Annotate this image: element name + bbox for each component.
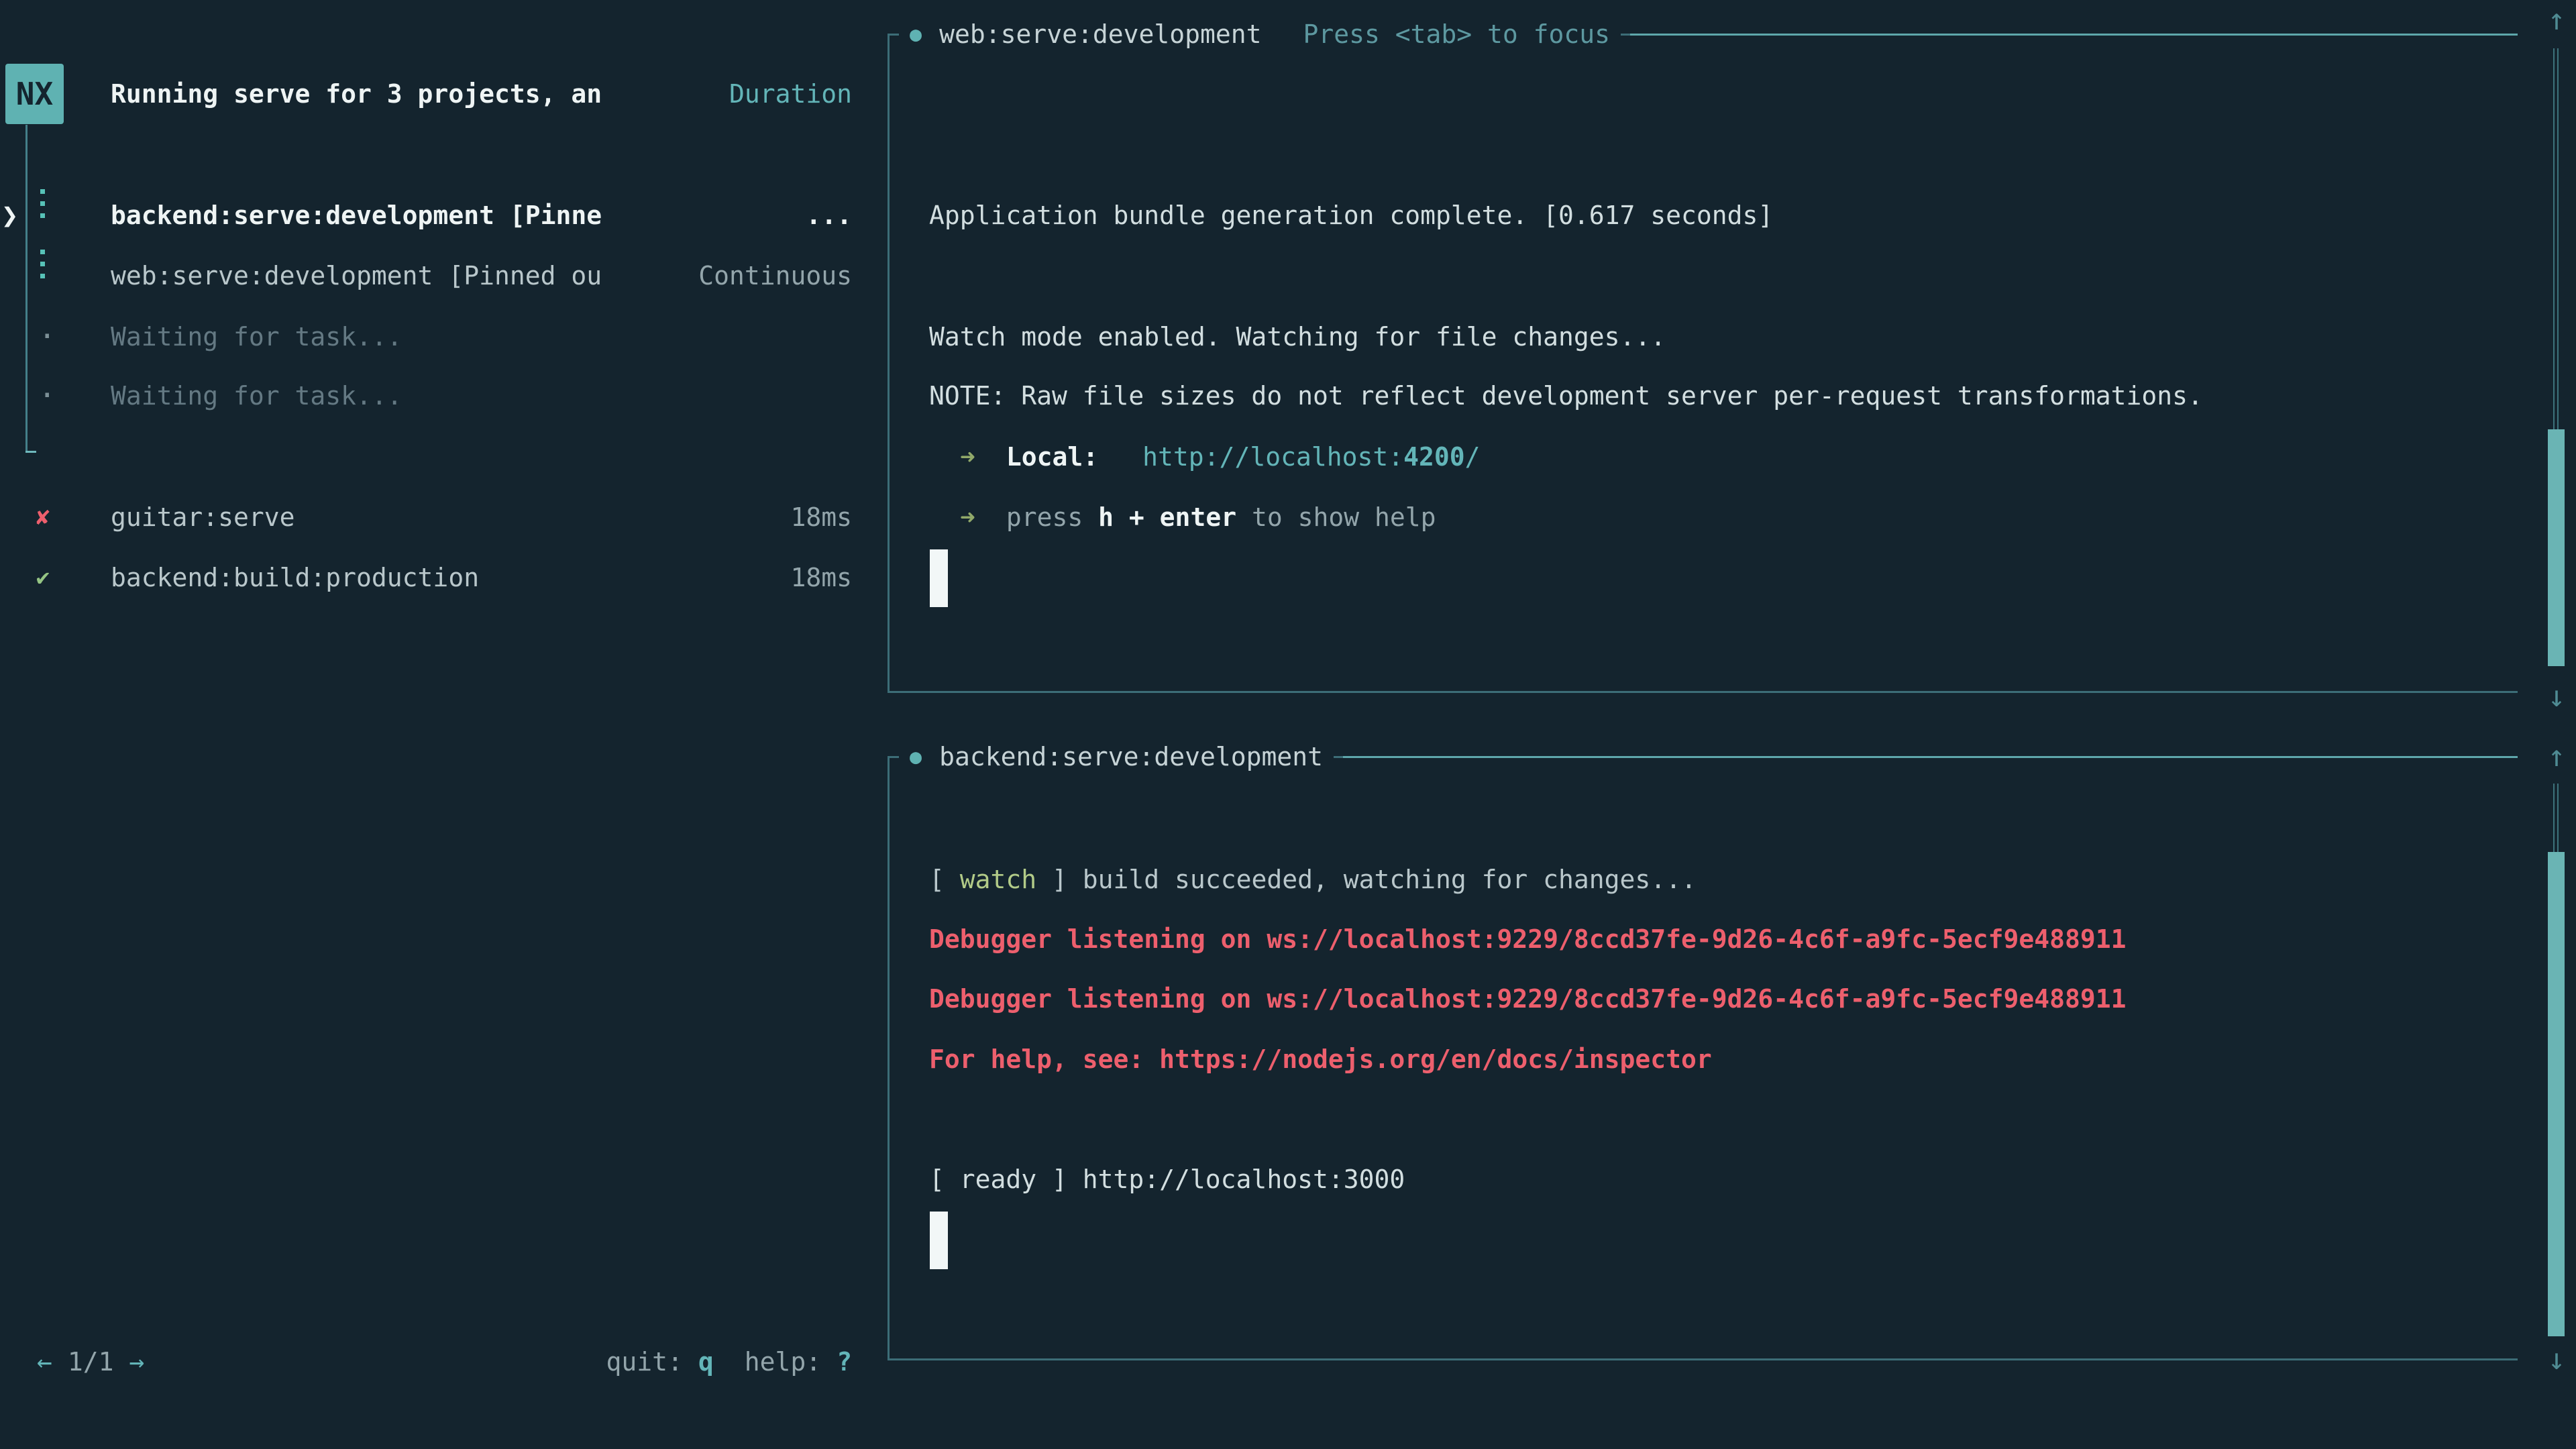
press-prefix: press <box>1006 502 1098 532</box>
scrollbar-thumb[interactable] <box>2548 429 2565 666</box>
task-label: guitar:serve <box>111 502 295 532</box>
task-label: Waiting for task... <box>111 322 402 352</box>
task-duration: Continuous <box>698 261 852 290</box>
prompt-arrow-icon: ➜ <box>960 502 975 532</box>
terminal-cursor <box>930 1212 948 1269</box>
panel-header-rule <box>1343 756 2518 758</box>
panel-header: ● backend:serve:development <box>899 740 2518 773</box>
task-duration: 18ms <box>790 563 852 592</box>
watch-tag: watch <box>960 865 1036 894</box>
quit-label: quit: <box>606 1347 682 1377</box>
task-duration: ... <box>806 201 852 230</box>
scroll-down-icon[interactable]: ↓ <box>2541 1345 2572 1375</box>
terminal-line-debugger-1: Debugger listening on ws://localhost:922… <box>929 924 2126 954</box>
terminal-line-bundle-complete: Application bundle generation complete. … <box>929 201 1773 230</box>
scrollbar-thumb[interactable] <box>2548 852 2565 1336</box>
watch-message: ] build succeeded, watching for changes.… <box>1036 865 1697 894</box>
task-duration: 18ms <box>790 502 852 532</box>
panel-title: web:serve:development <box>939 19 1261 49</box>
scrollbar-track[interactable] <box>2553 784 2559 852</box>
prompt-arrow-icon: ➜ <box>960 442 975 472</box>
duration-column-header: Duration <box>729 79 852 109</box>
task-failed-icon: ✘ <box>31 502 55 532</box>
scroll-up-icon[interactable]: ↑ <box>2541 5 2572 35</box>
localhost-url: http://localhost: <box>1142 442 1403 472</box>
task-row-web-serve[interactable]: web:serve:development [Pinned ou Continu… <box>0 261 852 290</box>
terminal-line-watch-mode: Watch mode enabled. Watching for file ch… <box>929 322 1666 352</box>
quit-help-hints: quit: q help:? <box>606 1347 852 1377</box>
panel-title: backend:serve:development <box>939 742 1323 771</box>
terminal-cursor <box>930 549 948 607</box>
duration-header-row: Duration <box>0 79 852 109</box>
task-tree-corner <box>25 451 36 453</box>
task-success-icon: ✔ <box>31 563 55 592</box>
terminal-line-local-url: ➜ Local: http://localhost:4200/ <box>960 442 1481 472</box>
panel-focus-hint: Press <tab> to focus <box>1303 19 1611 49</box>
press-suffix: to show help <box>1236 502 1436 532</box>
scroll-down-icon[interactable]: ↓ <box>2541 682 2572 712</box>
terminal-line-note: NOTE: Raw file sizes do not reflect deve… <box>929 381 2203 411</box>
local-label: Local: <box>1006 442 1098 472</box>
task-row-guitar-serve[interactable]: ✘ guitar:serve 18ms <box>0 502 852 532</box>
waiting-bullet-icon: · <box>38 322 52 352</box>
quit-key: q <box>698 1347 714 1377</box>
task-row-backend-serve[interactable]: backend:serve:development [Pinne ... <box>0 201 852 230</box>
panel-header: ● web:serve:development Press <tab> to f… <box>899 17 2518 51</box>
help-key: ? <box>837 1347 852 1377</box>
localhost-url-slash: / <box>1465 442 1481 472</box>
task-row-waiting-1[interactable]: · Waiting for task... <box>0 322 852 352</box>
panel-label: ● web:serve:development Press <tab> to f… <box>899 17 1621 51</box>
task-row-waiting-2[interactable]: · Waiting for task... <box>0 381 852 411</box>
terminal-line-inspector-help: For help, see: https://nodejs.org/en/doc… <box>929 1044 1712 1074</box>
scroll-up-icon[interactable]: ↑ <box>2541 742 2572 771</box>
terminal-line-debugger-2: Debugger listening on ws://localhost:922… <box>929 984 2126 1014</box>
press-keys: h + enter <box>1098 502 1236 532</box>
task-status-dot-icon: ● <box>910 745 922 769</box>
watch-bracket-open: [ <box>929 865 960 894</box>
panel-header-rule <box>1630 34 2518 36</box>
task-label: web:serve:development [Pinned ou <box>111 261 602 290</box>
help-label: help: <box>745 1347 821 1377</box>
waiting-bullet-icon: · <box>38 381 52 411</box>
task-label: Waiting for task... <box>111 381 402 411</box>
terminal-line-ready: [ ready ] http://localhost:3000 <box>929 1165 1405 1194</box>
task-status-dot-icon: ● <box>910 23 922 46</box>
keyboard-hints: quit: q help:? <box>0 1347 852 1377</box>
terminal-line-help-hint: ➜ press h + enter to show help <box>960 502 1436 532</box>
task-label: backend:serve:development [Pinne <box>111 201 602 230</box>
terminal-line-watch-succeeded: [ watch ] build succeeded, watching for … <box>929 865 1697 894</box>
task-label: backend:build:production <box>111 563 479 592</box>
scrollbar-track[interactable] <box>2553 48 2559 429</box>
localhost-port: 4200 <box>1403 442 1465 472</box>
panel-label: ● backend:serve:development <box>899 740 1334 773</box>
panel-web-serve-development[interactable]: ● web:serve:development Press <tab> to f… <box>888 34 2518 693</box>
task-row-backend-build[interactable]: ✔ backend:build:production 18ms <box>0 563 852 592</box>
nx-tui-screen: NX Running serve for 3 projects, an Dura… <box>0 0 2576 1449</box>
